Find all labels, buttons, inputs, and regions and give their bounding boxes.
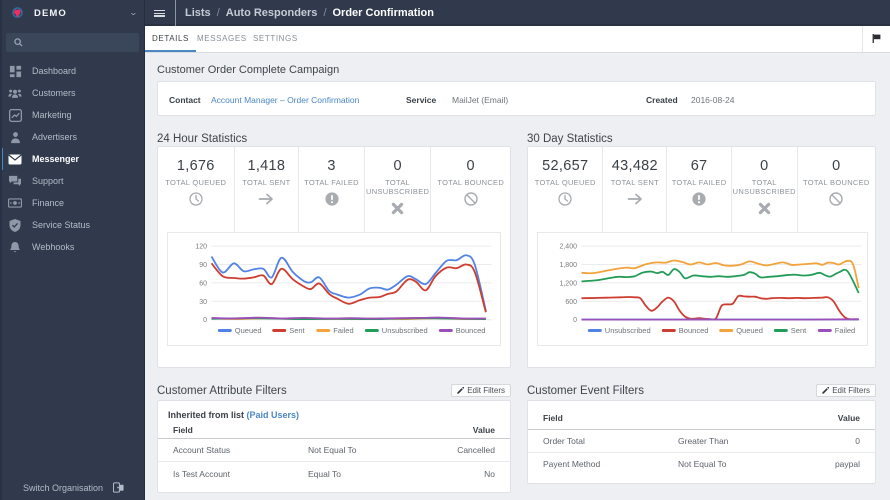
svg-text:120: 120	[195, 244, 207, 251]
svg-text:0: 0	[573, 317, 577, 324]
svg-text:0: 0	[203, 317, 207, 324]
svg-text:1,800: 1,800	[559, 262, 577, 269]
svg-text:Unsubscribed: Unsubscribed	[605, 326, 651, 335]
svg-text:1,200: 1,200	[559, 280, 577, 287]
svg-text:600: 600	[565, 299, 577, 306]
svg-text:Queued: Queued	[736, 326, 763, 335]
svg-text:Bounced: Bounced	[679, 326, 709, 335]
svg-text:Failed: Failed	[835, 326, 855, 335]
svg-text:Bounced: Bounced	[456, 326, 486, 335]
svg-text:30: 30	[199, 299, 207, 306]
svg-text:Failed: Failed	[333, 326, 353, 335]
svg-text:Unsubscribed: Unsubscribed	[382, 326, 428, 335]
svg-text:Sent: Sent	[791, 326, 807, 335]
svg-text:Sent: Sent	[289, 326, 305, 335]
svg-text:60: 60	[199, 280, 207, 287]
svg-text:2,400: 2,400	[559, 244, 577, 251]
svg-text:Queued: Queued	[235, 326, 262, 335]
svg-text:90: 90	[199, 262, 207, 269]
